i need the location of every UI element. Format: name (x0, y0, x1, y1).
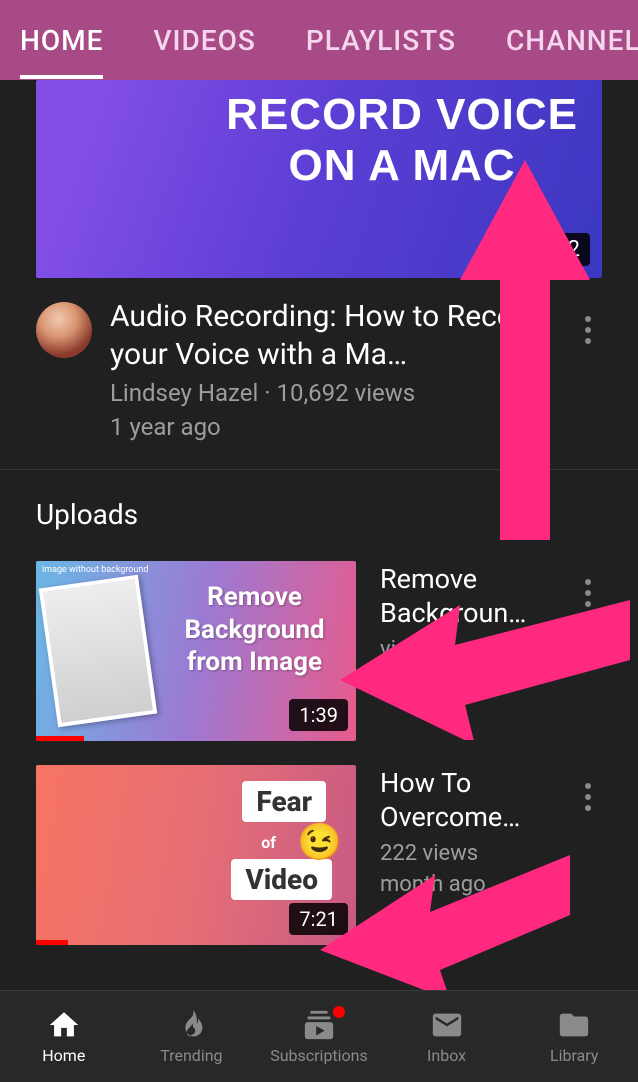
more-options-button[interactable] (574, 316, 602, 344)
thumb-line2: ON A MAC (226, 141, 578, 192)
upload-age: month ago (380, 872, 550, 897)
tab-home[interactable]: HOME (20, 2, 103, 79)
home-icon (47, 1008, 81, 1042)
upload-thumbnail[interactable]: image without background Remove Backgrou… (36, 561, 356, 741)
tab-channels[interactable]: CHANNELS (506, 2, 638, 79)
thumb-overlay-word1: Fear (242, 781, 326, 822)
more-options-button[interactable] (574, 579, 602, 607)
mail-icon (430, 1008, 464, 1042)
nav-label: Trending (160, 1046, 222, 1065)
featured-video-thumbnail[interactable]: RECORD VOICE ON A MAC 2:02 (36, 80, 602, 278)
upload-item[interactable]: image without background Remove Backgrou… (0, 549, 638, 753)
bottom-navigation: Home Trending Subscriptions Inbox Librar… (0, 990, 638, 1082)
upload-info: How To Overcome… 222 views month ago (380, 765, 550, 945)
nav-home[interactable]: Home (0, 1008, 128, 1065)
channel-avatar[interactable] (36, 302, 92, 358)
nav-inbox[interactable]: Inbox (383, 1008, 511, 1065)
upload-thumbnail[interactable]: Fear of Video 😉 7:21 (36, 765, 356, 945)
tab-videos[interactable]: VIDEOS (153, 2, 255, 79)
upload-item[interactable]: Fear of Video 😉 7:21 How To Overcome… 22… (0, 753, 638, 957)
channel-tabs: HOME VIDEOS PLAYLISTS CHANNELS (0, 0, 638, 80)
featured-video-age: 1 year ago (110, 413, 556, 441)
upload-views: 222 views (380, 841, 550, 866)
nav-label: Subscriptions (270, 1046, 368, 1065)
thumb-line1: RECORD VOICE (226, 90, 578, 141)
notification-dot-icon (333, 1006, 345, 1018)
more-options-button[interactable] (574, 783, 602, 811)
nav-label: Home (42, 1046, 85, 1065)
upload-age: week ago (380, 668, 550, 693)
thumb-corner-tag: image without background (42, 565, 148, 575)
featured-info[interactable]: Audio Recording: How to Record your Voic… (110, 298, 556, 441)
nav-label: Inbox (427, 1046, 466, 1065)
nav-label: Library (550, 1046, 598, 1065)
duration-badge: 7:21 (289, 903, 348, 935)
featured-video-subtitle: Lindsey Hazel · 10,692 views (110, 379, 556, 407)
upload-title: How To Overcome… (380, 767, 550, 835)
tab-playlists[interactable]: PLAYLISTS (306, 2, 456, 79)
nav-subscriptions[interactable]: Subscriptions (255, 1008, 383, 1065)
uploads-section-title: Uploads (0, 470, 638, 549)
watch-progress-bar (36, 736, 84, 741)
upload-title: Remove Backgroun… (380, 563, 550, 631)
upload-info: Remove Backgroun… views week ago (380, 561, 550, 741)
thumb-overlay-title: Remove Background from Image (167, 581, 342, 679)
upload-views: views (380, 637, 550, 662)
duration-badge: 1:39 (289, 699, 348, 731)
flame-icon (174, 1008, 208, 1042)
content-area: RECORD VOICE ON A MAC 2:02 Audio Recordi… (0, 80, 638, 957)
subscriptions-icon (302, 1008, 336, 1042)
nav-library[interactable]: Library (510, 1008, 638, 1065)
thumb-portrait-graphic (39, 575, 158, 728)
watch-progress-bar (36, 940, 68, 945)
thumbnail-overlay-text: RECORD VOICE ON A MAC (226, 90, 578, 191)
emoji-icon: 😉 (297, 821, 342, 863)
featured-video-meta: Audio Recording: How to Record your Voic… (0, 278, 638, 469)
featured-video-title: Audio Recording: How to Record your Voic… (110, 298, 556, 373)
thumb-overlay-word2: Video (231, 859, 332, 900)
thumb-overlay-mid: of (261, 833, 276, 852)
nav-trending[interactable]: Trending (128, 1008, 256, 1065)
duration-badge: 2:02 (528, 233, 590, 266)
folder-icon (557, 1008, 591, 1042)
